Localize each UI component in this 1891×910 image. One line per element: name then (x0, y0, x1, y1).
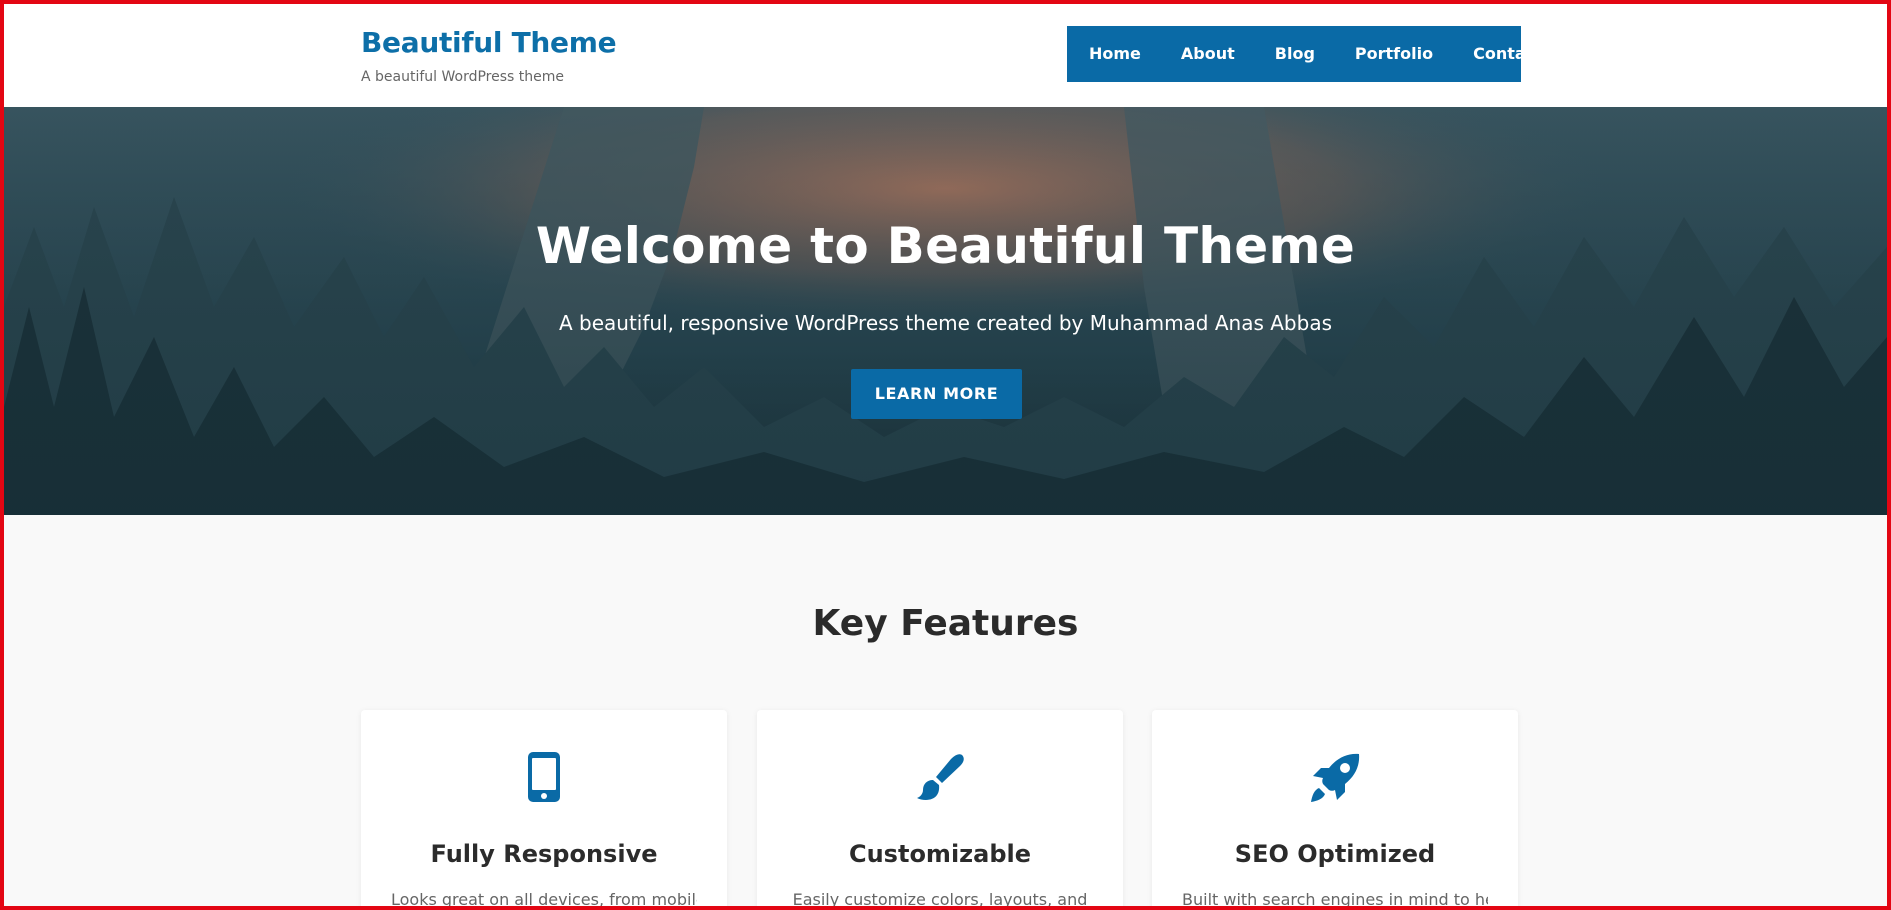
mobile-icon (361, 752, 727, 804)
paintbrush-icon (757, 752, 1123, 804)
hero-content: Welcome to Beautiful Theme A beautiful, … (4, 107, 1887, 515)
nav-item-blog[interactable]: Blog (1255, 26, 1335, 82)
features-section: Key Features Fully Responsive Looks grea… (4, 515, 1887, 910)
nav-item-contact[interactable]: Contact (1453, 26, 1563, 82)
feature-description: Built with search engines in mind to hel… (1182, 890, 1488, 909)
feature-card-customizable: Customizable Easily customize colors, la… (757, 710, 1123, 910)
hero-title: Welcome to Beautiful Theme (535, 217, 1356, 275)
rocket-icon (1152, 752, 1518, 804)
features-title: Key Features (812, 603, 1079, 644)
nav-item-portfolio[interactable]: Portfolio (1335, 26, 1453, 82)
page: Beautiful Theme A beautiful WordPress th… (4, 4, 1887, 910)
feature-card-responsive: Fully Responsive Looks great on all devi… (361, 710, 727, 910)
nav-item-about[interactable]: About (1161, 26, 1255, 82)
main-navigation: Home About Blog Portfolio Contact (1067, 26, 1543, 82)
feature-title: Customizable (848, 840, 1032, 868)
feature-title: SEO Optimized (1234, 840, 1436, 868)
feature-description: Easily customize colors, layouts, and (792, 890, 1088, 909)
site-header: Beautiful Theme A beautiful WordPress th… (4, 4, 1887, 107)
feature-card-seo: SEO Optimized Built with search engines … (1152, 710, 1518, 910)
nav-item-home[interactable]: Home (1069, 26, 1161, 82)
site-tagline: A beautiful WordPress theme (361, 69, 565, 85)
hero-section: Welcome to Beautiful Theme A beautiful, … (4, 107, 1887, 515)
feature-description: Looks great on all devices, from mobile (391, 890, 697, 909)
hero-subtitle: A beautiful, responsive WordPress theme … (558, 311, 1333, 335)
site-title[interactable]: Beautiful Theme (361, 26, 617, 59)
learn-more-button[interactable]: LEARN MORE (851, 369, 1022, 419)
brand: Beautiful Theme A beautiful WordPress th… (361, 26, 617, 85)
feature-title: Fully Responsive (430, 840, 658, 868)
